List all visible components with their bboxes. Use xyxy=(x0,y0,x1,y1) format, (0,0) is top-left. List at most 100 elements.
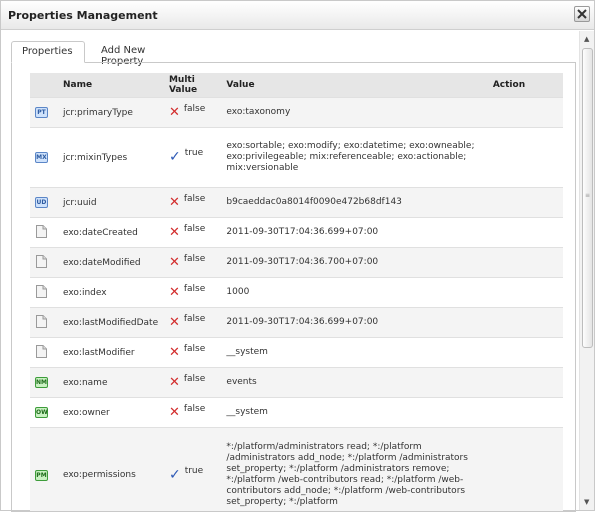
action-cell xyxy=(490,368,563,398)
action-cell xyxy=(490,428,563,512)
row-type-cell xyxy=(30,338,53,368)
table-row: OW exo:owner✕false__system xyxy=(30,398,563,428)
property-type-icon: OW xyxy=(35,407,48,418)
multi-value-cell: ✕false xyxy=(166,308,223,338)
cross-icon: ✕ xyxy=(169,227,180,239)
cross-icon: ✕ xyxy=(169,107,180,119)
row-type-cell: UD xyxy=(30,188,53,218)
property-value: 2011-09-30T17:04:36.699+07:00 xyxy=(223,218,489,248)
multi-value-text: false xyxy=(184,254,205,264)
property-value: __system xyxy=(223,338,489,368)
scroll-down-arrow-icon[interactable]: ▼ xyxy=(584,498,589,506)
table-row: exo:dateModified✕ false 2011-09-30T17:04:3… xyxy=(30,248,563,278)
table-row: UD jcr:uuid✕falseb9caeddac0a8014f0090e472… xyxy=(30,188,563,218)
table-row: MXjcr:mixinTypes✓trueexo:sortable; exo:m… xyxy=(30,128,563,188)
header-type xyxy=(30,73,53,98)
multi-value-cell: ✕ false xyxy=(166,338,223,368)
property-value: b9caeddac0a8014f0090e472b68df143 xyxy=(223,188,489,218)
properties-panel: Name Multi Value Value Action PTjcr:prim… xyxy=(11,62,576,512)
property-name: exo:owner xyxy=(53,398,166,428)
multi-value-text: false xyxy=(184,374,205,384)
row-type-cell xyxy=(30,308,53,338)
property-value: 2011-09-30T17:04:36.700+07:00 xyxy=(223,248,489,278)
row-type-cell: MX xyxy=(30,128,53,188)
multi-value-cell: ✕ false xyxy=(166,368,223,398)
multi-value-cell: ✕false xyxy=(166,188,223,218)
multi-value-text: false xyxy=(184,284,205,294)
property-name: exo:lastModifiedDate xyxy=(53,308,166,338)
multi-value-text: true xyxy=(185,466,203,476)
grip-icon: ≡ xyxy=(585,194,590,197)
multi-value-text: false xyxy=(184,344,205,354)
property-name: jcr:uuid xyxy=(53,188,166,218)
multi-value-text: false xyxy=(184,194,205,204)
property-name: jcr:primaryType xyxy=(53,98,166,128)
properties-dialog: Properties Management Properties Add New… xyxy=(0,0,595,511)
property-value: 1000 xyxy=(223,278,489,308)
table-body: PTjcr:primaryType✕falseexo:taxonomyMXjcr… xyxy=(30,98,563,512)
row-type-cell: PM xyxy=(30,428,53,512)
row-type-cell xyxy=(30,248,53,278)
table-row: exo:lastModifier✕ false __system xyxy=(30,338,563,368)
table-row: exo:index✕false1000 xyxy=(30,278,563,308)
scrollbar-thumb[interactable]: ≡ xyxy=(582,48,593,348)
multi-value-text: false xyxy=(184,224,205,234)
cross-icon: ✕ xyxy=(169,257,180,269)
multi-value-cell: ✓ true xyxy=(166,128,223,188)
scroll-up-arrow-icon[interactable]: ▲ xyxy=(584,35,589,43)
multi-value-cell: ✕ false xyxy=(166,98,223,128)
document-icon xyxy=(36,315,47,328)
cross-icon: ✕ xyxy=(169,347,180,359)
table-row: NMexo:name✕falseevents xyxy=(30,368,563,398)
table-row: PM exo:permissions✓ true *:/platform/admini… xyxy=(30,428,563,512)
property-value: exo:taxonomy xyxy=(223,98,489,128)
row-type-cell: OW xyxy=(30,398,53,428)
title-bar[interactable]: Properties Management xyxy=(1,1,594,30)
close-icon xyxy=(577,9,587,19)
action-cell xyxy=(490,188,563,218)
tab-add-new-property[interactable]: Add New Property xyxy=(91,41,191,63)
property-type-icon: NM xyxy=(35,377,48,388)
header-action: Action xyxy=(490,73,563,98)
property-value: *:/platform/administrators read; *:/plat… xyxy=(223,428,489,512)
row-type-cell xyxy=(30,218,53,248)
document-icon xyxy=(36,345,47,358)
action-cell xyxy=(490,308,563,338)
property-name: jcr:mixinTypes xyxy=(53,128,166,188)
checkmark-icon: ✓ xyxy=(169,469,181,481)
table-row: PTjcr:primaryType✕ false exo:taxonomy xyxy=(30,98,563,128)
property-name: exo:dateModified xyxy=(53,248,166,278)
property-name: exo:permissions xyxy=(53,428,166,512)
multi-value-text: true xyxy=(185,148,203,158)
header-multi-value: Multi Value xyxy=(166,73,223,98)
table-header-row: Name Multi Value Value Action xyxy=(30,73,563,98)
action-cell xyxy=(490,98,563,128)
multi-value-text: false xyxy=(184,104,205,114)
cross-icon: ✕ xyxy=(169,377,180,389)
document-icon xyxy=(36,225,47,238)
close-button[interactable] xyxy=(574,6,590,22)
multi-value-cell: ✓ true xyxy=(166,428,223,512)
property-value: 2011-09-30T17:04:36.699+07:00 xyxy=(223,308,489,338)
property-type-icon: UD xyxy=(35,197,48,208)
vertical-scrollbar[interactable]: ▲ ≡ ▼ xyxy=(579,31,594,510)
property-type-icon: MX xyxy=(35,152,48,163)
properties-table: Name Multi Value Value Action PTjcr:prim… xyxy=(30,73,563,512)
multi-value-cell: ✕false xyxy=(166,398,223,428)
property-type-icon: PM xyxy=(35,470,48,481)
action-cell xyxy=(490,398,563,428)
property-name: exo:lastModifier xyxy=(53,338,166,368)
multi-value-cell: ✕false xyxy=(166,278,223,308)
header-name: Name xyxy=(53,73,166,98)
property-value: __system xyxy=(223,398,489,428)
action-cell xyxy=(490,218,563,248)
cross-icon: ✕ xyxy=(169,317,180,329)
tab-properties[interactable]: Properties xyxy=(11,41,85,63)
action-cell xyxy=(490,128,563,188)
checkmark-icon: ✓ xyxy=(169,151,181,163)
document-icon xyxy=(36,285,47,298)
row-type-cell: PT xyxy=(30,98,53,128)
multi-value-cell: ✕ false xyxy=(166,248,223,278)
cross-icon: ✕ xyxy=(169,407,180,419)
property-value: events xyxy=(223,368,489,398)
